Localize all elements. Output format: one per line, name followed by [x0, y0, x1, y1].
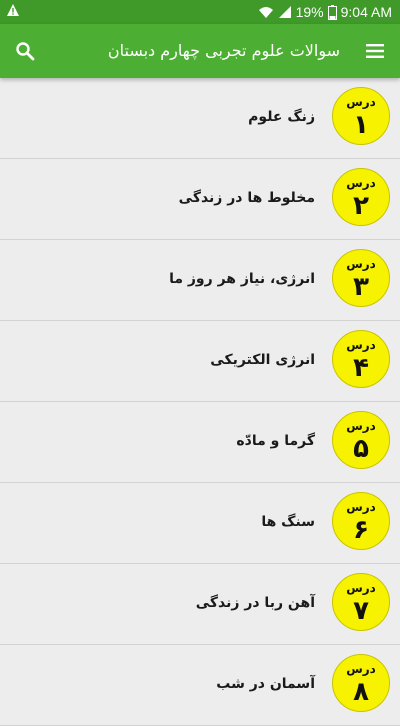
lesson-badge-number: ۱ — [353, 110, 369, 140]
lesson-badge-number: ۳ — [353, 272, 369, 302]
lesson-title: آهن ربا در زندگی — [195, 595, 315, 611]
lesson-badge: درس ۸ — [332, 654, 390, 712]
lesson-badge-label: درس — [346, 257, 376, 271]
lesson-badge-label: درس — [346, 662, 376, 676]
lesson-badge-label: درس — [346, 176, 376, 190]
lesson-title: گرما و مادّه — [236, 433, 315, 449]
status-bar: 19% 9:04 AM — [0, 0, 400, 24]
wifi-icon — [258, 5, 274, 19]
lesson-row-2[interactable]: درس ۲ مخلوط ها در زندگی — [0, 159, 400, 240]
lesson-badge-label: درس — [346, 338, 376, 352]
lesson-badge-number: ۵ — [353, 434, 369, 464]
status-time: 9:04 AM — [340, 4, 392, 20]
lesson-badge-label: درس — [346, 500, 376, 514]
lesson-list: درس ۱ زنگ علوم درس ۲ مخلوط ها در زندگی د… — [0, 78, 400, 726]
app-bar: سوالات علوم تجربی چهارم دبستان — [0, 24, 400, 78]
lesson-badge: درس ۲ — [332, 168, 390, 226]
lesson-title: سنگ ها — [261, 514, 315, 530]
lesson-badge-number: ۴ — [353, 353, 369, 383]
lesson-badge-number: ۶ — [353, 515, 369, 545]
lesson-row-5[interactable]: درس ۵ گرما و مادّه — [0, 402, 400, 483]
lesson-row-7[interactable]: درس ۷ آهن ربا در زندگی — [0, 564, 400, 645]
lesson-badge: درس ۵ — [332, 411, 390, 469]
lesson-title: انرژی الکتریکی — [210, 352, 315, 368]
lesson-title: زنگ علوم — [248, 109, 315, 125]
lesson-badge: درس ۴ — [332, 330, 390, 388]
menu-icon[interactable] — [360, 36, 390, 66]
lesson-badge-label: درس — [346, 419, 376, 433]
lesson-badge-number: ۸ — [353, 677, 369, 707]
battery-percent: 19% — [295, 4, 324, 20]
lesson-badge: درس ۶ — [332, 492, 390, 550]
lesson-title: انرژی، نیاز هر روز ما — [169, 271, 315, 287]
lesson-row-8[interactable]: درس ۸ آسمان در شب — [0, 645, 400, 726]
battery-icon — [327, 4, 337, 20]
lesson-row-3[interactable]: درس ۳ انرژی، نیاز هر روز ما — [0, 240, 400, 321]
lesson-badge: درس ۷ — [332, 573, 390, 631]
lesson-title: مخلوط ها در زندگی — [178, 190, 315, 206]
lesson-title: آسمان در شب — [216, 676, 315, 692]
lesson-badge: درس ۳ — [332, 249, 390, 307]
lesson-row-4[interactable]: درس ۴ انرژی الکتریکی — [0, 321, 400, 402]
lesson-row-6[interactable]: درس ۶ سنگ ها — [0, 483, 400, 564]
lesson-badge-label: درس — [346, 95, 376, 109]
lesson-badge-label: درس — [346, 581, 376, 595]
search-icon[interactable] — [10, 36, 40, 66]
lesson-badge-number: ۲ — [353, 191, 369, 221]
signal-icon — [278, 5, 292, 19]
warning-icon — [6, 3, 22, 19]
lesson-row-1[interactable]: درس ۱ زنگ علوم — [0, 78, 400, 159]
page-title: سوالات علوم تجربی چهارم دبستان — [107, 41, 340, 60]
lesson-badge-number: ۷ — [353, 596, 369, 626]
lesson-badge: درس ۱ — [332, 87, 390, 145]
